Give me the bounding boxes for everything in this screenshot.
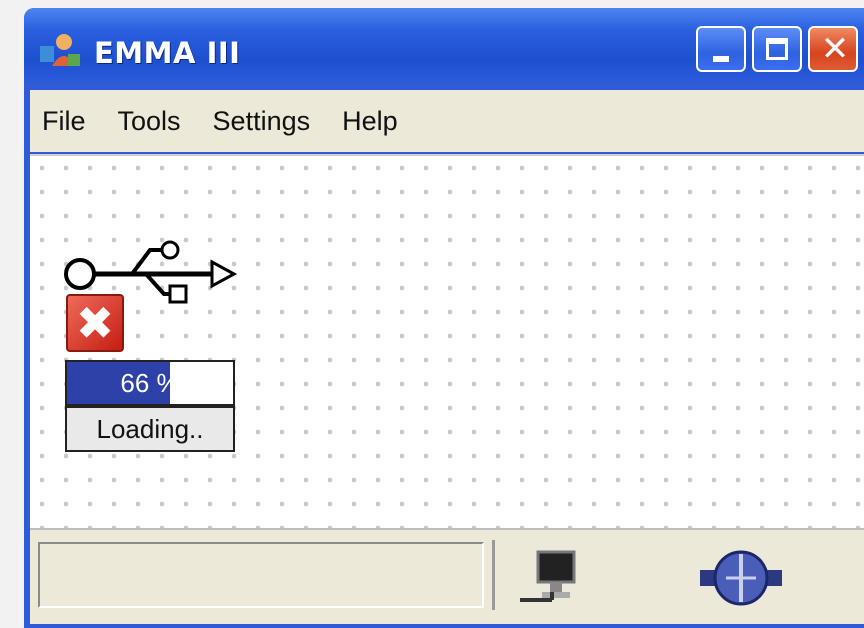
menu-tools[interactable]: Tools xyxy=(102,90,197,152)
device-area: ✖ 66 % Loading.. xyxy=(30,154,864,528)
loading-status: Loading.. xyxy=(65,406,235,452)
network-connector-icon[interactable] xyxy=(698,550,784,606)
close-icon: ✕ xyxy=(820,29,850,69)
close-button[interactable]: ✕ xyxy=(808,26,858,72)
menu-settings[interactable]: Settings xyxy=(197,90,327,152)
minimize-button[interactable] xyxy=(696,26,746,72)
app-user-icon xyxy=(40,34,80,66)
progress-bar: 66 % xyxy=(65,360,235,406)
maximize-icon xyxy=(766,38,788,60)
progress-text: 66 % xyxy=(120,368,180,398)
app-window: EMMA III ✕ File Tools Settings Help ✖ 66… xyxy=(24,8,864,628)
status-text-panel xyxy=(38,542,484,608)
error-icon: ✖ xyxy=(66,294,124,352)
menu-bar: File Tools Settings Help xyxy=(30,90,864,152)
status-divider xyxy=(492,540,495,610)
status-bar xyxy=(30,528,864,624)
minimize-icon xyxy=(713,56,729,62)
computer-icon[interactable] xyxy=(518,550,582,608)
menu-help[interactable]: Help xyxy=(326,90,414,152)
menu-file[interactable]: File xyxy=(30,90,102,152)
window-title: EMMA III xyxy=(94,36,241,70)
maximize-button[interactable] xyxy=(752,26,802,72)
title-bar[interactable]: EMMA III ✕ xyxy=(24,8,864,82)
